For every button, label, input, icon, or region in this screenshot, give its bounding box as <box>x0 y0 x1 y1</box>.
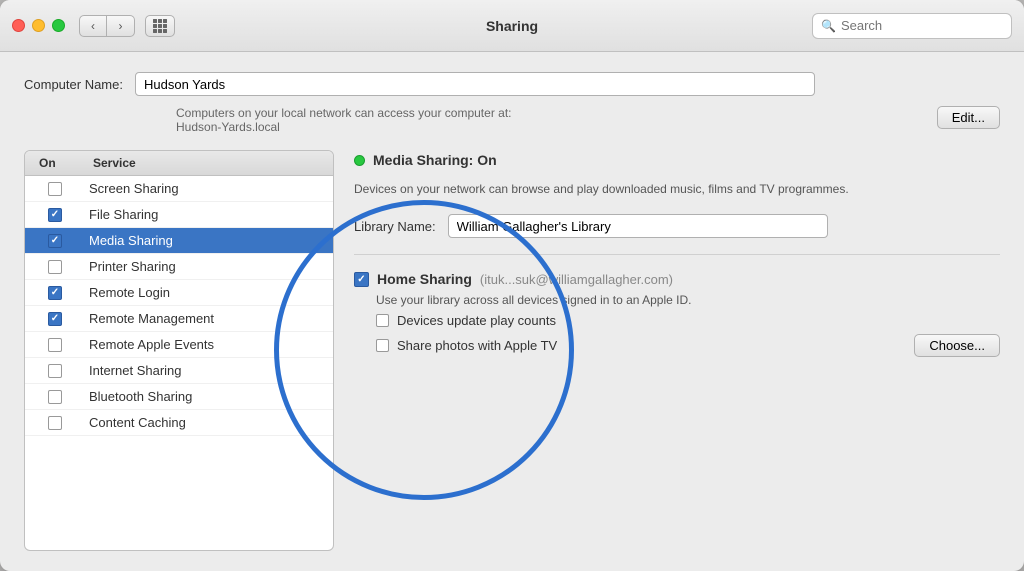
main-area: On Service Screen Sharing <box>24 150 1000 551</box>
service-name-content-caching: Content Caching <box>85 415 333 430</box>
forward-button[interactable]: › <box>107 15 135 37</box>
service-name-remote-login: Remote Login <box>85 285 333 300</box>
service-checkbox-internet-sharing[interactable] <box>48 364 62 378</box>
photos-row: Share photos with Apple TV Choose... <box>376 334 1000 357</box>
home-sharing-email: (ituk...suk@williamgallagher.com) <box>480 272 673 287</box>
search-icon: 🔍 <box>821 19 836 33</box>
checkbox-cell <box>25 312 85 326</box>
grid-view-button[interactable] <box>145 15 175 37</box>
service-checkbox-content-caching[interactable] <box>48 416 62 430</box>
service-checkbox-remote-login[interactable] <box>48 286 62 300</box>
library-name-input[interactable] <box>448 214 828 238</box>
checkbox-cell <box>25 234 85 248</box>
services-panel: On Service Screen Sharing <box>24 150 334 551</box>
service-name-remote-apple-events: Remote Apple Events <box>85 337 333 352</box>
service-checkbox-printer-sharing[interactable] <box>48 260 62 274</box>
service-name-media-sharing: Media Sharing <box>85 233 333 248</box>
service-checkbox-screen-sharing[interactable] <box>48 182 62 196</box>
back-button[interactable]: ‹ <box>79 15 107 37</box>
home-sharing-section: Home Sharing (ituk...suk@williamgallaghe… <box>354 271 1000 357</box>
service-checkbox-media-sharing[interactable] <box>48 234 62 248</box>
service-name-bluetooth-sharing: Bluetooth Sharing <box>85 389 333 404</box>
nav-buttons: ‹ › <box>79 15 135 37</box>
home-sharing-description: Use your library across all devices sign… <box>376 293 1000 307</box>
network-address-text: Computers on your local network can acce… <box>176 106 921 134</box>
edit-button[interactable]: Edit... <box>937 106 1000 129</box>
devices-update-row: Devices update play counts <box>376 313 1000 328</box>
service-checkbox-remote-management[interactable] <box>48 312 62 326</box>
home-sharing-title: Home Sharing <box>377 271 472 287</box>
minimize-button[interactable] <box>32 19 45 32</box>
service-name-file-sharing: File Sharing <box>85 207 333 222</box>
photos-checkbox[interactable] <box>376 339 389 352</box>
checkbox-cell <box>25 182 85 196</box>
checkbox-cell <box>25 364 85 378</box>
maximize-button[interactable] <box>52 19 65 32</box>
window-title: Sharing <box>486 18 538 34</box>
checkbox-cell <box>25 338 85 352</box>
checkbox-cell <box>25 286 85 300</box>
status-dot <box>354 155 365 166</box>
service-row[interactable]: Remote Login <box>25 280 333 306</box>
checkbox-cell <box>25 416 85 430</box>
detail-panel: Media Sharing: On Devices on your networ… <box>334 150 1000 551</box>
service-name-screen-sharing: Screen Sharing <box>85 181 333 196</box>
photos-label: Share photos with Apple TV <box>397 338 557 353</box>
service-row[interactable]: File Sharing <box>25 202 333 228</box>
services-header-on-label: On <box>25 156 85 170</box>
service-row[interactable]: Screen Sharing <box>25 176 333 202</box>
divider <box>354 254 1000 255</box>
services-header: On Service <box>25 151 333 176</box>
devices-update-label: Devices update play counts <box>397 313 556 328</box>
close-button[interactable] <box>12 19 25 32</box>
computer-name-input[interactable] <box>135 72 815 96</box>
service-checkbox-bluetooth-sharing[interactable] <box>48 390 62 404</box>
checkbox-cell <box>25 208 85 222</box>
choose-button[interactable]: Choose... <box>914 334 1000 357</box>
service-name-internet-sharing: Internet Sharing <box>85 363 333 378</box>
sharing-window: ‹ › Sharing 🔍 Computer Name: Computers o… <box>0 0 1024 571</box>
service-row-selected[interactable]: Media Sharing <box>25 228 333 254</box>
checkbox-cell <box>25 390 85 404</box>
network-address-row: Computers on your local network can acce… <box>176 106 1000 134</box>
home-sharing-checkbox[interactable] <box>354 272 369 287</box>
service-row[interactable]: Printer Sharing <box>25 254 333 280</box>
service-row[interactable]: Remote Management <box>25 306 333 332</box>
library-name-row: Library Name: <box>354 214 1000 238</box>
content-area: Computer Name: Computers on your local n… <box>0 52 1024 571</box>
services-list: Screen Sharing File Sharing <box>25 176 333 550</box>
checkbox-cell <box>25 260 85 274</box>
home-sharing-header: Home Sharing (ituk...suk@williamgallaghe… <box>354 271 1000 287</box>
service-name-remote-management: Remote Management <box>85 311 333 326</box>
service-checkbox-file-sharing[interactable] <box>48 208 62 222</box>
grid-icon <box>153 19 167 33</box>
titlebar: ‹ › Sharing 🔍 <box>0 0 1024 52</box>
media-sharing-header: Media Sharing: On <box>354 152 1000 168</box>
search-box[interactable]: 🔍 <box>812 13 1012 39</box>
service-row[interactable]: Internet Sharing <box>25 358 333 384</box>
service-checkbox-remote-apple-events[interactable] <box>48 338 62 352</box>
media-sharing-description: Devices on your network can browse and p… <box>354 180 934 198</box>
traffic-lights <box>12 19 65 32</box>
computer-name-row: Computer Name: <box>24 72 1000 96</box>
library-name-label: Library Name: <box>354 219 436 234</box>
media-sharing-title: Media Sharing: On <box>373 152 497 168</box>
computer-name-label: Computer Name: <box>24 77 123 92</box>
service-name-printer-sharing: Printer Sharing <box>85 259 333 274</box>
service-row[interactable]: Remote Apple Events <box>25 332 333 358</box>
service-row[interactable]: Content Caching <box>25 410 333 436</box>
services-header-service-label: Service <box>85 156 333 170</box>
search-input[interactable] <box>841 18 1001 33</box>
service-row[interactable]: Bluetooth Sharing <box>25 384 333 410</box>
devices-update-checkbox[interactable] <box>376 314 389 327</box>
